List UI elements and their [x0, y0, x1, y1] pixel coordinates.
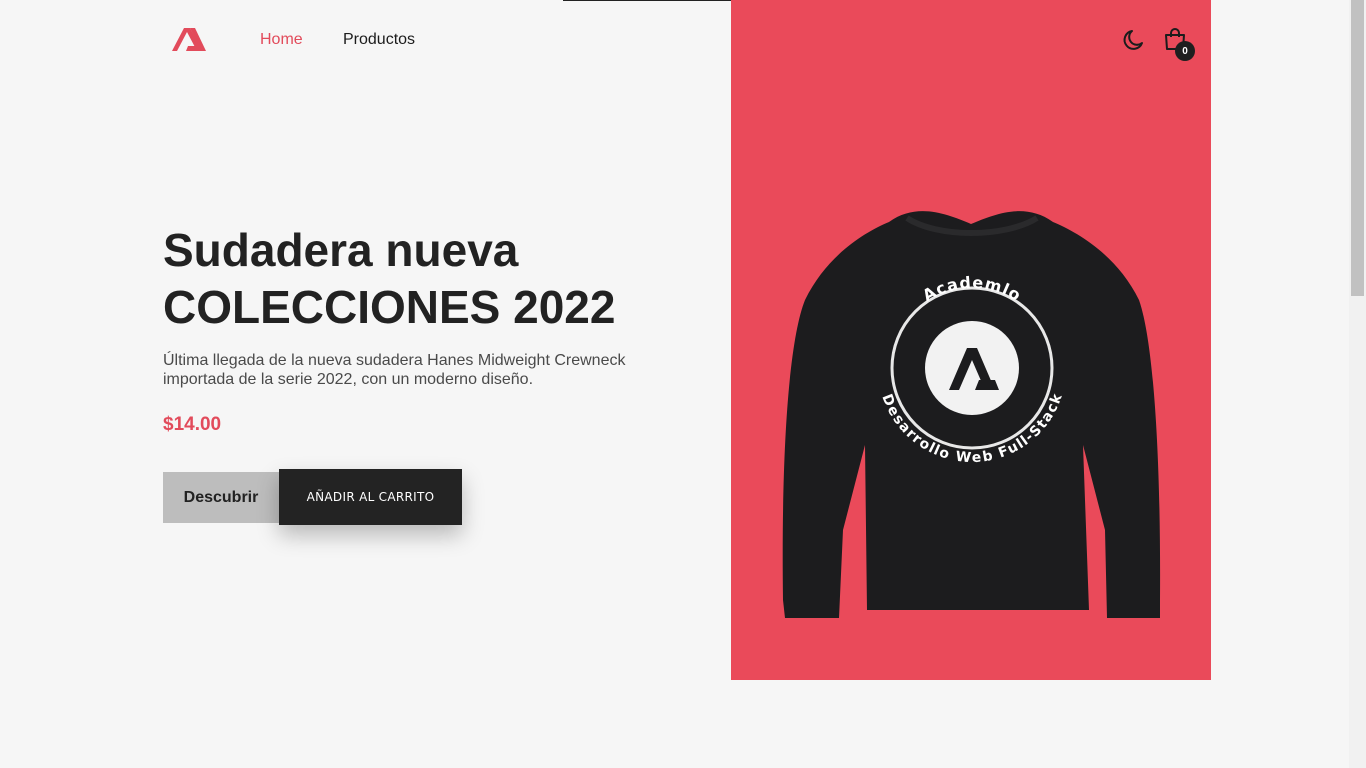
hero-title-line1: Sudadera nueva: [163, 224, 519, 276]
product-price: $14.00: [163, 414, 222, 435]
cart-count-badge: 0: [1175, 41, 1195, 61]
nav-link-productos[interactable]: Productos: [343, 31, 415, 49]
hero-title-line2: COLECCIONES 2022: [163, 281, 616, 333]
nav-link-home[interactable]: Home: [260, 31, 303, 49]
navbar: Home Productos 0: [0, 0, 1348, 80]
add-to-cart-button[interactable]: AÑADIR AL CARRITO: [279, 469, 462, 525]
academlo-logo-icon[interactable]: [170, 26, 206, 52]
sweater-image: Academlo Desarrollo Web Full-Stack: [782, 211, 1161, 618]
discover-button[interactable]: Descubrir: [163, 472, 279, 523]
moon-icon[interactable]: [1122, 28, 1146, 52]
page-scrollbar[interactable]: [1349, 0, 1366, 768]
hero-image-panel: Academlo Desarrollo Web Full-Stack: [731, 0, 1211, 680]
hero-title: Sudadera nueva COLECCIONES 2022: [163, 222, 683, 336]
hero-description: Última llegada de la nueva sudadera Hane…: [163, 352, 626, 388]
scrollbar-thumb[interactable]: [1351, 0, 1364, 296]
